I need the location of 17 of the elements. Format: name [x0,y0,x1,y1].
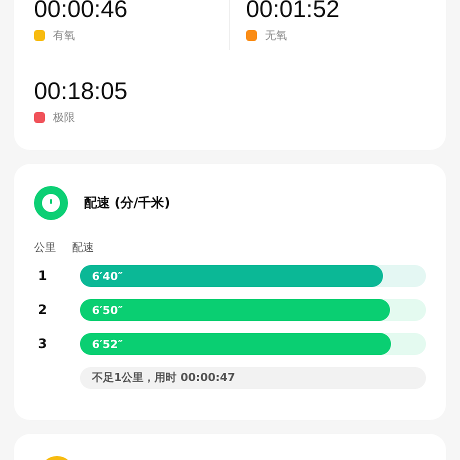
zone-label: 无氧 [265,28,287,43]
column-header: 配速 [72,240,94,255]
pace-value: 6′40″ [92,270,123,282]
pace-value: 6′52″ [92,338,123,350]
zone-time: 00:00:46 [34,0,128,24]
km-number: 2 [37,302,48,318]
pace-icon [34,186,68,220]
zone-time: 00:01:52 [246,0,340,24]
pace-value: 6′50″ [92,304,123,316]
km-number: 3 [37,336,48,352]
km-number: 1 [37,268,48,284]
column-header: 公里 [34,240,57,255]
zone-time: 00:18:05 [34,78,128,106]
zone-label: 有氧 [53,28,75,43]
remainder-note: 不足1公里，用时 00:00:47 [80,367,426,389]
pace-title: 配速 (分/千米) [84,194,170,212]
zone-label: 极限 [53,110,75,125]
